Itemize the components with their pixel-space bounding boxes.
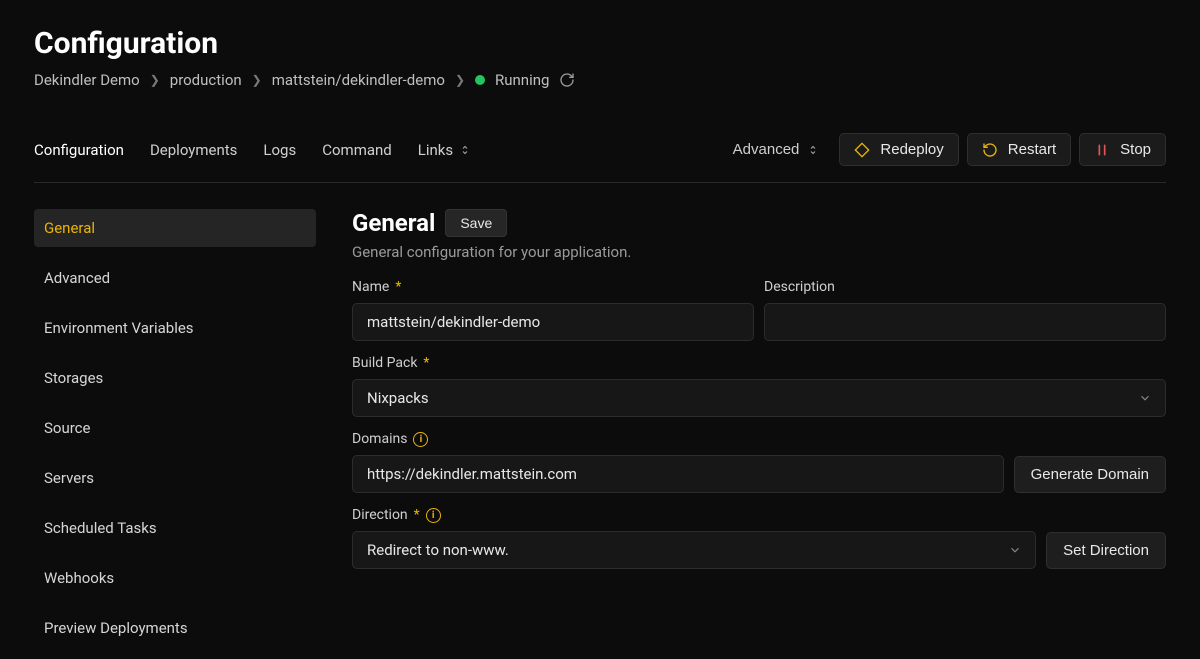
domains-label: Domains i xyxy=(352,431,1004,447)
sidebar-item-servers[interactable]: Servers xyxy=(34,459,316,497)
breadcrumb-item[interactable]: production xyxy=(170,71,242,89)
tab-links[interactable]: Links xyxy=(418,141,471,159)
sidebar-item-advanced[interactable]: Advanced xyxy=(34,259,316,297)
required-icon: * xyxy=(395,279,401,295)
sidebar-item-source[interactable]: Source xyxy=(34,409,316,447)
buildpack-label: Build Pack* xyxy=(352,355,1166,371)
sidebar-item-general[interactable]: General xyxy=(34,209,316,247)
breadcrumb-item[interactable]: Dekindler Demo xyxy=(34,71,140,89)
sort-icon xyxy=(807,144,819,156)
sidebar: General Advanced Environment Variables S… xyxy=(34,209,316,659)
sidebar-item-preview-deployments[interactable]: Preview Deployments xyxy=(34,609,316,647)
tab-links-label: Links xyxy=(418,141,453,159)
tab-logs[interactable]: Logs xyxy=(263,141,296,159)
name-label: Name* xyxy=(352,279,754,295)
tab-deployments[interactable]: Deployments xyxy=(150,141,237,159)
section-subtitle: General configuration for your applicati… xyxy=(352,243,1166,261)
restart-label: Restart xyxy=(1008,141,1056,158)
info-icon[interactable]: i xyxy=(426,508,441,523)
breadcrumb: Dekindler Demo ❯ production ❯ mattstein/… xyxy=(34,71,1166,89)
redeploy-icon xyxy=(854,142,870,158)
stop-button[interactable]: Stop xyxy=(1079,133,1166,166)
required-icon: * xyxy=(414,507,420,523)
tabs: Configuration Deployments Logs Command L… xyxy=(34,141,471,159)
advanced-label: Advanced xyxy=(733,141,800,158)
tab-configuration[interactable]: Configuration xyxy=(34,141,124,159)
sidebar-item-storages[interactable]: Storages xyxy=(34,359,316,397)
required-icon: * xyxy=(423,355,429,371)
status-dot-icon xyxy=(475,75,485,85)
stop-label: Stop xyxy=(1120,141,1151,158)
restart-button[interactable]: Restart xyxy=(967,133,1071,166)
name-input[interactable] xyxy=(352,303,754,341)
domains-input[interactable] xyxy=(352,455,1004,493)
direction-select[interactable]: Redirect to non-www. xyxy=(352,531,1036,569)
save-button[interactable]: Save xyxy=(445,209,507,237)
direction-label: Direction* i xyxy=(352,507,1036,523)
sidebar-item-env-vars[interactable]: Environment Variables xyxy=(34,309,316,347)
redeploy-button[interactable]: Redeploy xyxy=(839,133,958,166)
restart-icon xyxy=(982,142,998,158)
sort-icon xyxy=(459,144,471,156)
breadcrumb-item[interactable]: mattstein/dekindler-demo xyxy=(272,71,445,89)
page-title: Configuration xyxy=(34,26,1166,61)
description-input[interactable] xyxy=(764,303,1166,341)
tab-command[interactable]: Command xyxy=(322,141,392,159)
redeploy-label: Redeploy xyxy=(880,141,943,158)
chevron-right-icon: ❯ xyxy=(252,73,262,87)
status-badge[interactable]: Running xyxy=(495,71,549,89)
stop-icon xyxy=(1094,142,1110,158)
generate-domain-button[interactable]: Generate Domain xyxy=(1014,456,1166,493)
chevron-right-icon: ❯ xyxy=(455,73,465,87)
set-direction-button[interactable]: Set Direction xyxy=(1046,532,1166,569)
info-icon[interactable]: i xyxy=(413,432,428,447)
chevron-right-icon: ❯ xyxy=(150,73,160,87)
buildpack-select[interactable]: Nixpacks xyxy=(352,379,1166,417)
section-title: General xyxy=(352,209,435,237)
sidebar-item-scheduled-tasks[interactable]: Scheduled Tasks xyxy=(34,509,316,547)
description-label: Description xyxy=(764,279,1166,295)
advanced-button[interactable]: Advanced xyxy=(721,133,832,166)
refresh-icon[interactable] xyxy=(559,72,575,88)
sidebar-item-webhooks[interactable]: Webhooks xyxy=(34,559,316,597)
